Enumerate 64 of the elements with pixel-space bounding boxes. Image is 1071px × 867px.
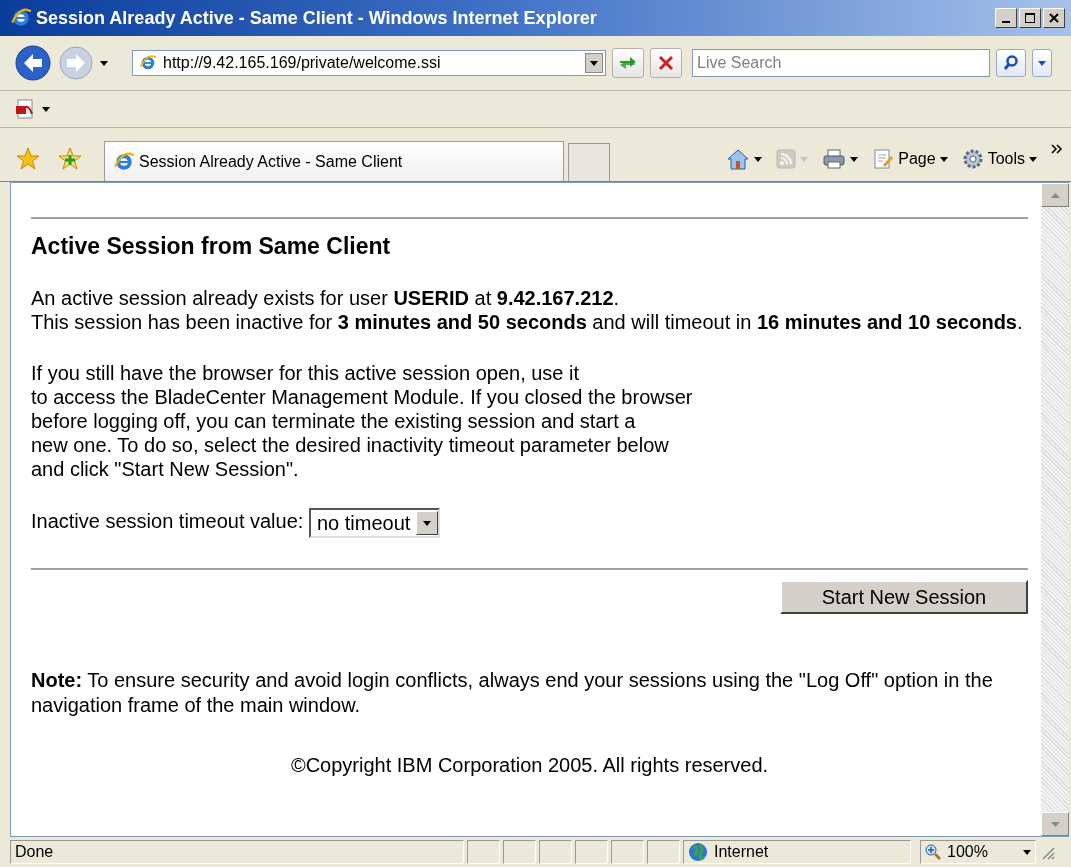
gear-icon bbox=[961, 148, 984, 170]
tab-title: Session Already Active - Same Client bbox=[139, 152, 403, 171]
note-text: Note: To ensure security and avoid login conflicts, always end your sessions using the "Log Off" option in the navigation frame of the main window. bbox=[31, 668, 994, 718]
copyright-text: ©Copyright IBM Corporation 2005. All rights reserved. bbox=[290, 754, 769, 776]
dropdown-caret-icon bbox=[754, 156, 763, 162]
feed-icon bbox=[776, 149, 797, 169]
home-icon bbox=[726, 148, 751, 170]
browser-logo-icon bbox=[113, 150, 135, 173]
globe-icon bbox=[688, 842, 708, 862]
timeout-dropdown[interactable]: no timeout bbox=[308, 508, 441, 538]
refresh-icon bbox=[618, 55, 638, 71]
dropdown-caret-icon bbox=[1038, 60, 1046, 66]
start-new-session-button[interactable]: Start New Session bbox=[780, 580, 1028, 614]
zoom-button[interactable]: 100% bbox=[920, 840, 1036, 864]
status-pane bbox=[647, 840, 680, 864]
search-button[interactable] bbox=[996, 49, 1026, 77]
close-button[interactable] bbox=[1043, 8, 1065, 28]
window-title: Session Already Active - Same Client - Windows Internet Explorer bbox=[36, 7, 598, 29]
zoom-icon bbox=[925, 844, 941, 860]
status-pane bbox=[539, 840, 572, 864]
browser-tab[interactable]: Session Already Active - Same Client bbox=[104, 141, 564, 181]
status-pane bbox=[503, 840, 536, 864]
dropdown-caret-icon bbox=[939, 156, 948, 162]
dropdown-caret-icon bbox=[850, 156, 859, 162]
printer-icon bbox=[822, 149, 847, 169]
search-icon bbox=[1003, 55, 1019, 71]
tools-menu-button[interactable]: Tools bbox=[961, 148, 1037, 170]
stop-button[interactable] bbox=[650, 48, 682, 78]
status-pane bbox=[611, 840, 644, 864]
minimize-icon bbox=[1002, 21, 1010, 23]
back-button[interactable] bbox=[14, 44, 52, 82]
close-icon bbox=[1049, 13, 1059, 23]
page-heading: Active Session from Same Client bbox=[31, 233, 392, 260]
status-pane bbox=[467, 840, 500, 864]
search-field[interactable]: Live Search bbox=[692, 49, 990, 77]
page-menu-button[interactable]: Page bbox=[872, 148, 948, 170]
dropdown-caret-icon[interactable] bbox=[42, 106, 50, 112]
security-zone-text: Internet bbox=[714, 843, 769, 861]
dropdown-caret-icon[interactable] bbox=[423, 520, 432, 526]
browser-logo-icon bbox=[10, 7, 32, 29]
dropdown-caret-icon bbox=[1029, 156, 1037, 162]
dropdown-caret-icon[interactable] bbox=[100, 60, 108, 66]
instructions-text: If you still have the browser for this active session open, use it to access the BladeCenter Management Module. If you closed the browser before logging off, you can terminate the existing session and start a new one. To do so, select the desired inactivity timeout parameter below and click "Start New Session". bbox=[31, 361, 694, 481]
refresh-button[interactable] bbox=[612, 48, 644, 78]
add-favorite-icon[interactable] bbox=[58, 147, 82, 171]
status-pane bbox=[575, 840, 608, 864]
home-menu-button[interactable] bbox=[726, 148, 763, 170]
dropdown-caret-icon bbox=[800, 156, 809, 162]
session-info-text: An active session already exists for user USERID at 9.42.167.212. This session has been inactive for 3 minutes and 50 seconds and will timeout in 16 minutes and 10 seconds. bbox=[31, 286, 1024, 334]
pdf-document-icon[interactable] bbox=[14, 98, 36, 120]
minimize-button[interactable] bbox=[995, 8, 1017, 28]
search-options-button[interactable] bbox=[1032, 49, 1052, 77]
maximize-icon bbox=[1025, 13, 1035, 23]
status-text: Done bbox=[15, 843, 54, 861]
chevron-icon[interactable] bbox=[1051, 143, 1063, 155]
timeout-label: Inactive session timeout value: bbox=[31, 510, 304, 533]
stop-icon bbox=[658, 55, 674, 71]
print-menu-button[interactable] bbox=[822, 149, 859, 169]
maximize-button[interactable] bbox=[1019, 8, 1041, 28]
favorites-star-icon[interactable] bbox=[16, 147, 40, 171]
address-field[interactable]: http://9.42.165.169/private/welcome.ssi bbox=[132, 50, 606, 76]
dropdown-caret-icon[interactable] bbox=[1023, 849, 1031, 855]
dropdown-caret-icon[interactable] bbox=[590, 60, 598, 66]
address-dropdown-button[interactable] bbox=[585, 53, 603, 73]
